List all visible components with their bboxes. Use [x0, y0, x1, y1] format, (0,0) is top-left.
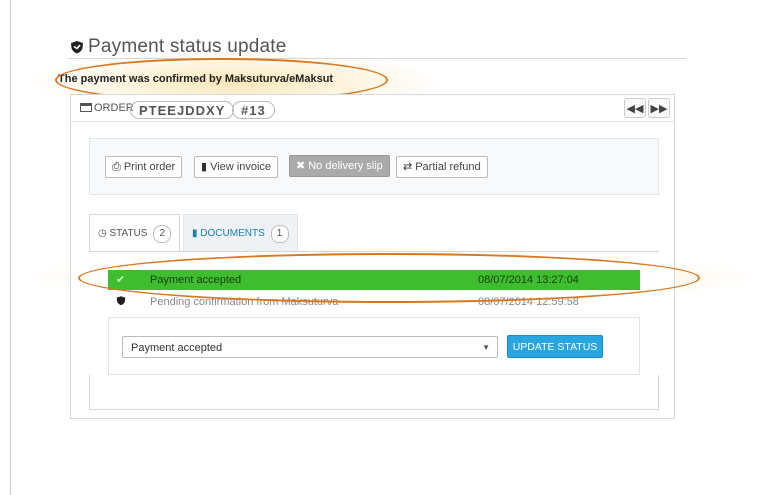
status-panel-footer: [89, 375, 659, 410]
caret-down-icon: ▼: [482, 343, 490, 352]
partial-refund-label: Partial refund: [415, 161, 481, 173]
tab-documents-count: 1: [270, 225, 289, 243]
credit-card-icon: [80, 103, 92, 112]
tab-status-count: 2: [153, 225, 172, 243]
close-icon: ✖: [296, 160, 306, 172]
shield-icon: [116, 292, 126, 312]
order-heading: ORDER: [80, 102, 134, 114]
partial-refund-button[interactable]: ⇄ Partial refund: [396, 156, 488, 178]
tab-status[interactable]: ◷ STATUS 2: [89, 214, 181, 252]
order-reference: PTEEJDDXY: [130, 101, 235, 119]
file-icon: ▮: [192, 228, 198, 239]
tab-documents[interactable]: ▮ DOCUMENTS 1: [183, 214, 298, 252]
print-order-label: Print order: [123, 161, 176, 173]
printer-icon: ⎙: [112, 161, 121, 173]
order-number: #13: [232, 101, 275, 119]
tabs-divider: [89, 251, 659, 252]
clock-icon: ◷: [98, 228, 107, 239]
shield-icon: [70, 38, 84, 60]
previous-order-button[interactable]: ◀◀: [624, 98, 646, 118]
exchange-icon: ⇄: [403, 161, 413, 173]
no-delivery-slip-button[interactable]: ✖ No delivery slip: [289, 155, 390, 177]
order-label: ORDER: [94, 102, 134, 114]
next-order-button[interactable]: ▶▶: [648, 98, 670, 118]
view-invoice-label: View invoice: [210, 161, 272, 173]
no-delivery-slip-label: No delivery slip: [308, 160, 383, 172]
print-order-button[interactable]: ⎙ Print order: [105, 156, 183, 178]
tab-status-label: STATUS: [109, 228, 148, 239]
status-row-highlight-oval: [78, 253, 700, 303]
double-left-arrow-icon: ◀◀: [626, 103, 644, 115]
left-divider: [10, 0, 11, 495]
document-icon: ▮: [201, 161, 208, 173]
status-select-value: Payment accepted: [131, 342, 223, 354]
update-status-button[interactable]: UPDATE STATUS: [507, 335, 603, 358]
status-select[interactable]: Payment accepted ▼: [122, 336, 498, 358]
tab-documents-label: DOCUMENTS: [200, 228, 265, 239]
view-invoice-button[interactable]: ▮ View invoice: [194, 156, 279, 178]
double-right-arrow-icon: ▶▶: [650, 103, 668, 115]
